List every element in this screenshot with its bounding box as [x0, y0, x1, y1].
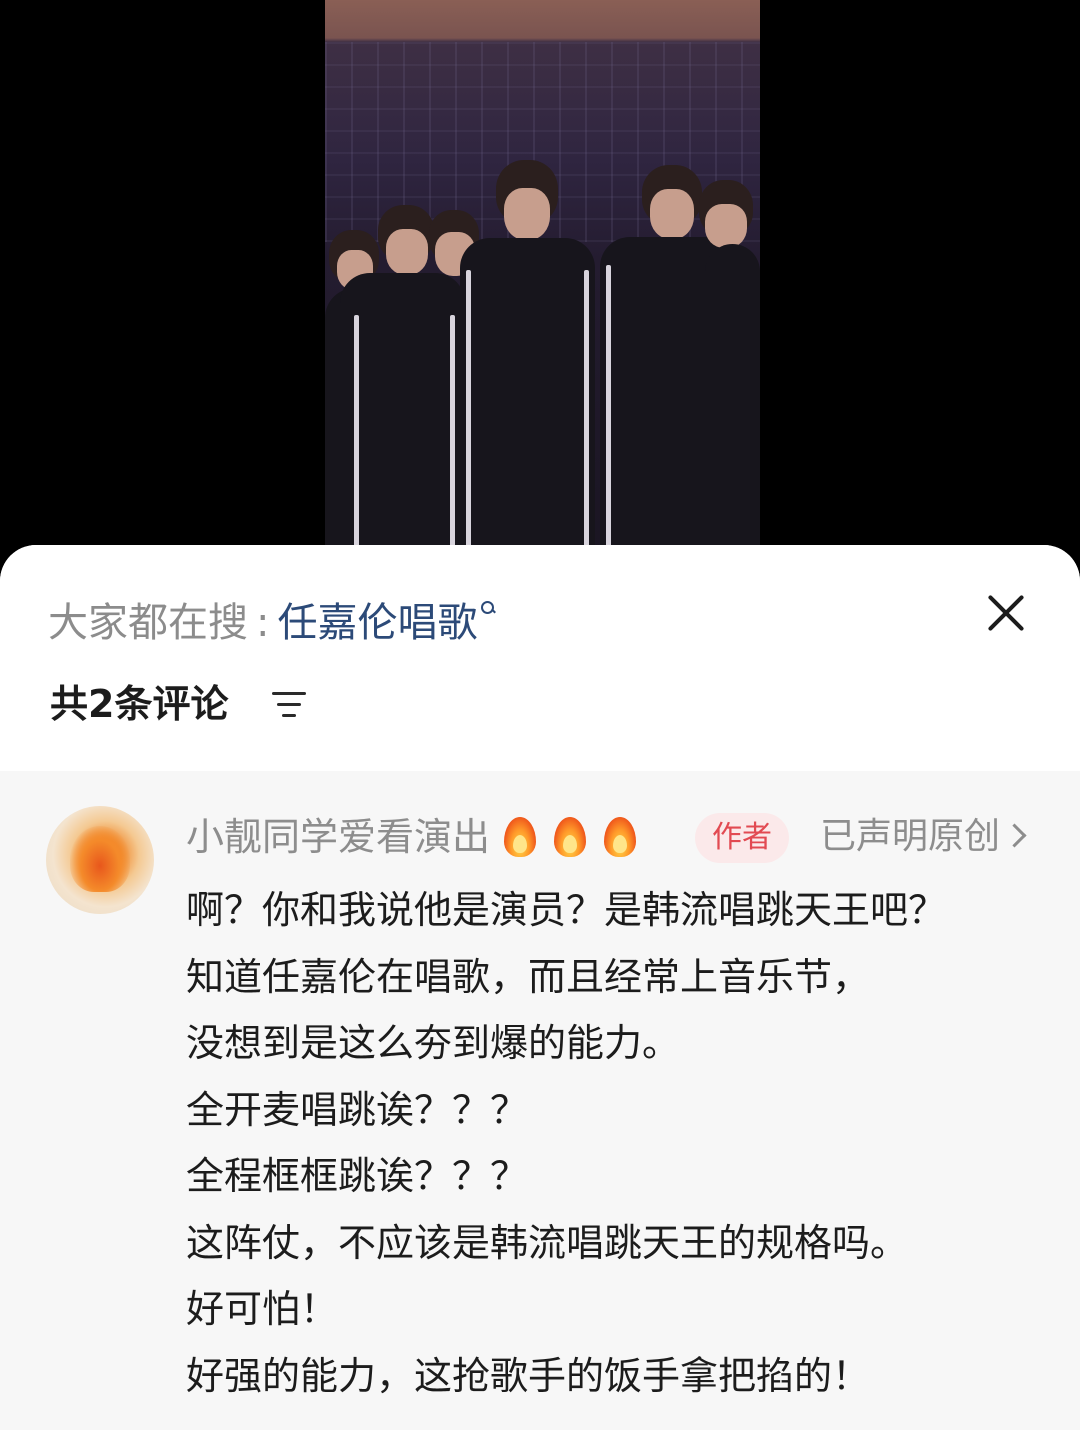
author-badge: 作者: [695, 813, 789, 863]
comment-line: 全开麦唱跳诶？？？: [186, 1087, 529, 1132]
trending-search-separator: :: [256, 600, 270, 646]
comment-sheet: 大家都在搜: 任嘉伦唱歌 共2条评论 小靓同学爱看演出 作者 已声明原创 啊？你和…: [0, 545, 1080, 1430]
original-declaration-link[interactable]: 已声明原创: [820, 809, 1000, 865]
search-icon: [481, 601, 495, 615]
sort-icon[interactable]: [272, 692, 306, 718]
dancer-figure: [695, 180, 760, 560]
fire-emoji-icon: [600, 813, 640, 861]
video-player[interactable]: [0, 0, 1080, 560]
video-frame: [325, 0, 760, 560]
avatar[interactable]: [46, 806, 154, 914]
comment-sheet-header: 大家都在搜: 任嘉伦唱歌 共2条评论: [0, 545, 1080, 771]
comment-username[interactable]: 小靓同学爱看演出: [186, 809, 640, 865]
chevron-right-icon[interactable]: [1002, 823, 1027, 848]
comment-line: 没想到是这么夯到爆的能力。: [186, 1021, 681, 1065]
fire-emoji-icon: [500, 813, 540, 861]
comment-line: 全程框框跳诶？？？: [186, 1154, 529, 1198]
trending-search[interactable]: 大家都在搜: 任嘉伦唱歌: [48, 595, 495, 651]
comment-text: 啊？你和我说他是演员？是韩流唱跳天王吧？ 知道任嘉伦在唱歌，而且经常上音乐节， …: [186, 877, 1066, 1409]
comment-line: 好强的能力，这抢歌手的饭手拿把掐的！: [186, 1353, 871, 1398]
comment-line: 这阵仗，不应该是韩流唱跳天王的规格吗。: [186, 1220, 909, 1265]
comment-line: 啊？你和我说他是演员？是韩流唱跳天王吧？: [186, 888, 947, 932]
comment-count: 共2条评论: [50, 682, 229, 726]
trending-search-term[interactable]: 任嘉伦唱歌: [277, 600, 477, 646]
close-icon[interactable]: [982, 589, 1030, 637]
fire-emoji-icon: [550, 813, 590, 861]
trending-search-prefix: 大家都在搜: [48, 600, 248, 646]
dancer-figure: [460, 160, 595, 560]
comment-line: 知道任嘉伦在唱歌，而且经常上音乐节，: [186, 954, 871, 999]
username-text: 小靓同学爱看演出: [186, 815, 491, 859]
comment-line: 好可怕！: [186, 1287, 339, 1331]
phoenix-avatar-image: [70, 826, 130, 892]
